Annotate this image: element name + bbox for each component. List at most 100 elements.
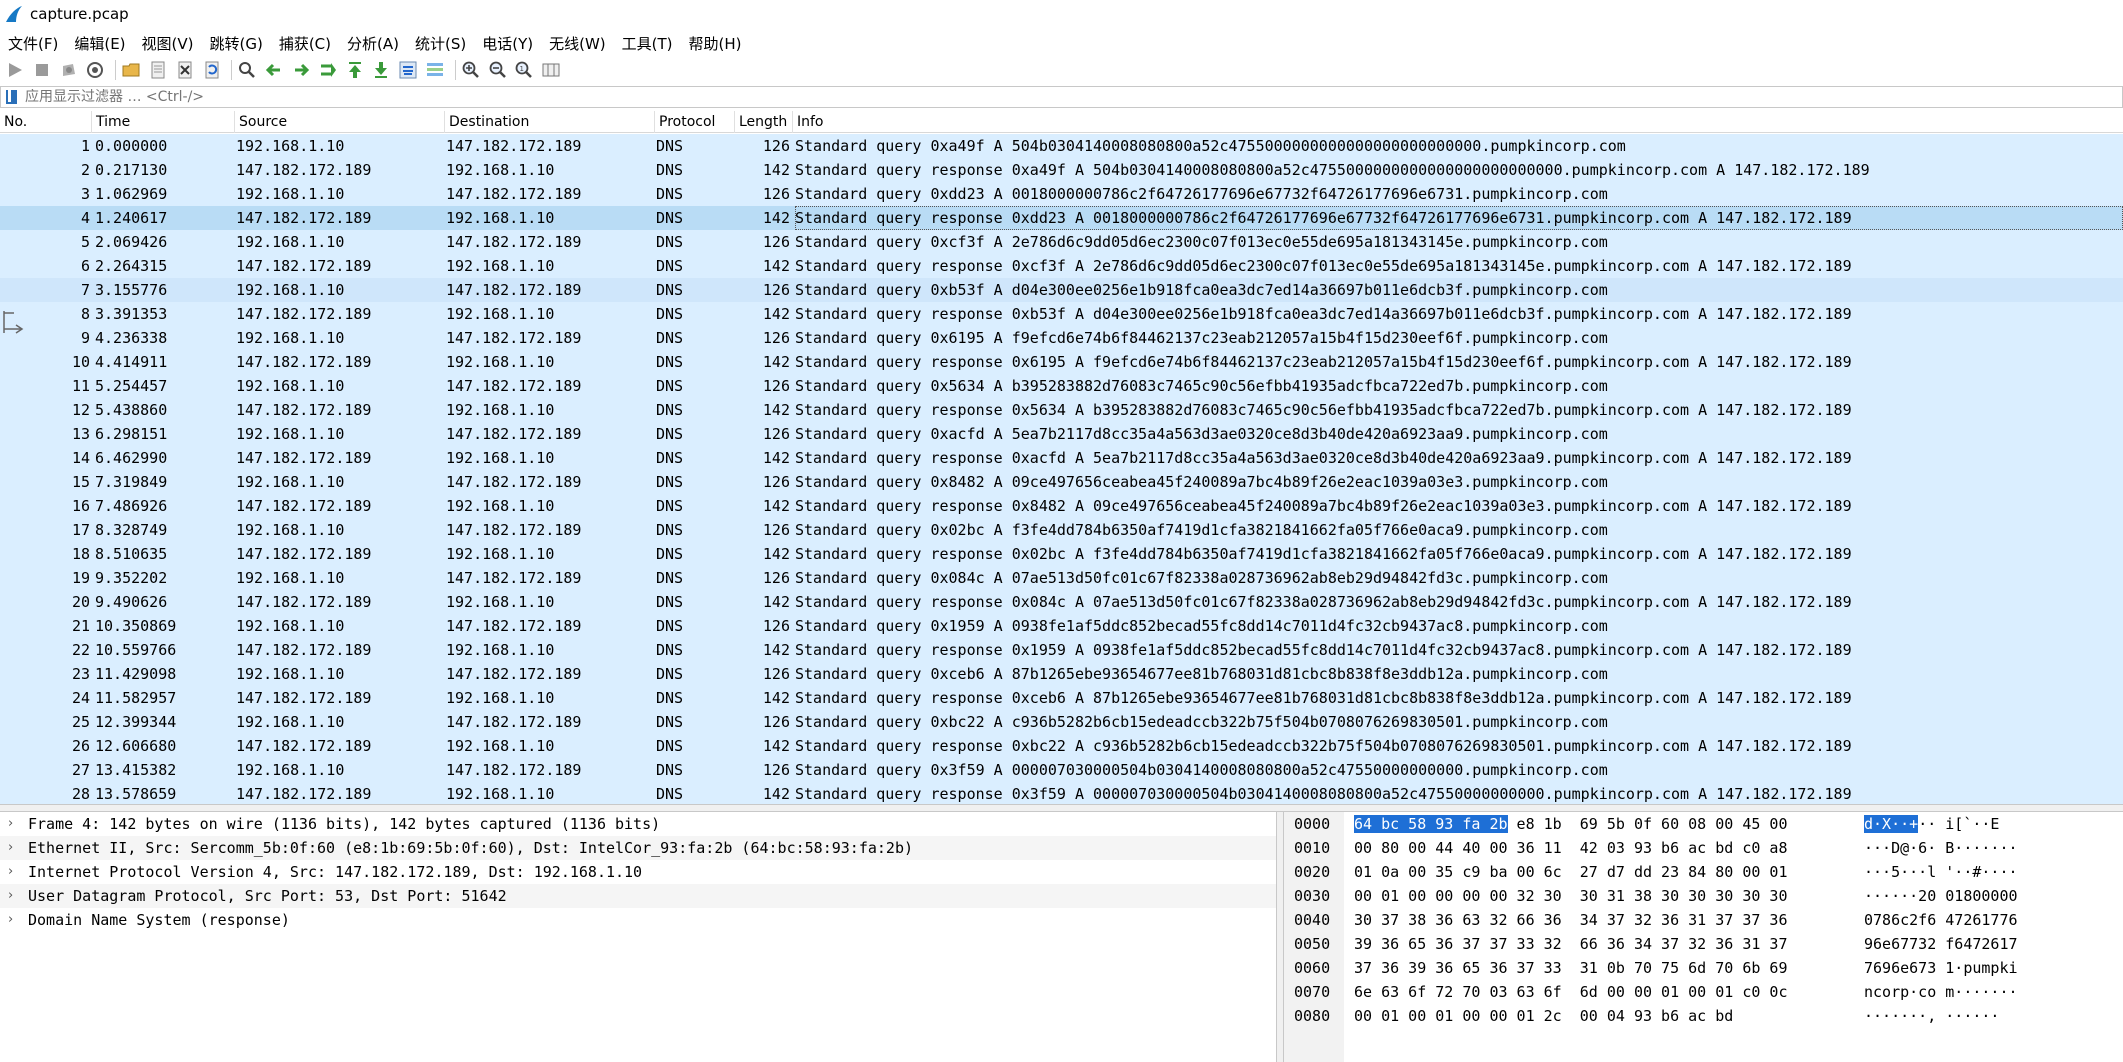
menu-item[interactable]: 统计(S) [407, 33, 474, 54]
packet-row[interactable]: 24 11.582957 147.182.172.189 192.168.1.10 DN… [0, 686, 2123, 710]
packet-row[interactable]: 2 0.217130 147.182.172.189 192.168.1.10 DNS 1… [0, 158, 2123, 182]
start-capture-icon[interactable] [4, 59, 26, 81]
details-tree-item[interactable]: › Ethernet II, Src: Sercomm_5b:0f:60 (e8:… [0, 836, 1276, 860]
packet-row[interactable]: 12 5.438860 147.182.172.189 192.168.1.10 DNS… [0, 398, 2123, 422]
expand-arrow-icon[interactable]: › [8, 884, 13, 908]
go-forward-icon[interactable] [290, 59, 312, 81]
packet-row[interactable]: 28 13.578659 147.182.172.189 192.168.1.10 DN… [0, 782, 2123, 804]
bytes-hex[interactable]: 00 80 00 44 40 00 36 11 42 03 93 b6 ac b… [1354, 836, 1787, 860]
details-tree-item[interactable]: › User Datagram Protocol, Src Port: 53, D… [0, 884, 1276, 908]
column-header-source[interactable]: Source [235, 111, 445, 133]
menu-item[interactable]: 视图(V) [134, 33, 202, 54]
bytes-hex[interactable]: 30 37 38 36 63 32 66 36 34 37 32 36 31 3… [1354, 908, 1787, 932]
zoom-reset-icon[interactable]: 1 [513, 59, 535, 81]
capture-options-icon[interactable] [84, 59, 106, 81]
stop-capture-icon[interactable] [31, 59, 53, 81]
packet-list-header: No. Time Source Destination Protocol Len… [0, 111, 2123, 133]
bytes-ascii[interactable]: ···D@·6· B······· [1864, 836, 2018, 860]
packet-row[interactable]: 25 12.399344 192.168.1.10 147.182.172.189 DN… [0, 710, 2123, 734]
menu-item[interactable]: 无线(W) [541, 33, 614, 54]
column-header-time[interactable]: Time [92, 111, 235, 133]
packet-row[interactable]: 5 2.069426 192.168.1.10 147.182.172.189 DNS 1… [0, 230, 2123, 254]
column-header-no[interactable]: No. [0, 111, 92, 133]
packet-row[interactable]: 16 7.486926 147.182.172.189 192.168.1.10 DNS… [0, 494, 2123, 518]
autoscroll-icon[interactable] [397, 59, 419, 81]
packet-row[interactable]: 17 8.328749 192.168.1.10 147.182.172.189 DNS… [0, 518, 2123, 542]
bytes-hex[interactable]: 00 01 00 00 00 00 32 30 30 31 38 30 30 3… [1354, 884, 1787, 908]
bytes-hex[interactable]: 00 01 00 01 00 00 01 2c 00 04 93 b6 ac b… [1354, 1004, 1733, 1028]
close-file-icon[interactable] [174, 59, 196, 81]
bytes-hex[interactable]: 39 36 65 36 37 37 33 32 66 36 34 37 32 3… [1354, 932, 1787, 956]
expand-arrow-icon[interactable]: › [8, 860, 13, 884]
colorize-icon[interactable] [424, 59, 446, 81]
details-tree-item[interactable]: › Internet Protocol Version 4, Src: 147.1… [0, 860, 1276, 884]
packet-row[interactable]: 26 12.606680 147.182.172.189 192.168.1.10 DN… [0, 734, 2123, 758]
column-header-info[interactable]: Info [793, 111, 2123, 133]
packet-row[interactable]: 8 3.391353 147.182.172.189 192.168.1.10 DNS 1… [0, 302, 2123, 326]
bytes-ascii[interactable]: 7696e673 1·pumpki [1864, 956, 2018, 980]
menu-item[interactable]: 编辑(E) [66, 33, 133, 54]
menu-item[interactable]: 跳转(G) [202, 33, 271, 54]
bytes-ascii[interactable]: 96e67732 f6472617 [1864, 932, 2018, 956]
bytes-ascii[interactable]: ···5···l '··#···· [1864, 860, 2018, 884]
packet-row[interactable]: 11 5.254457 192.168.1.10 147.182.172.189 DNS… [0, 374, 2123, 398]
go-to-packet-icon[interactable] [317, 59, 339, 81]
column-header-length[interactable]: Length [735, 111, 793, 133]
horizontal-splitter[interactable] [0, 804, 2123, 812]
expand-arrow-icon[interactable]: › [8, 908, 13, 932]
open-file-icon[interactable] [120, 59, 142, 81]
bytes-hex[interactable]: 37 36 39 36 65 36 37 33 31 0b 70 75 6d 7… [1354, 956, 1787, 980]
save-file-icon[interactable] [147, 59, 169, 81]
resize-columns-icon[interactable] [540, 59, 562, 81]
bytes-hex[interactable]: 6e 63 6f 72 70 03 63 6f 6d 00 00 01 00 0… [1354, 980, 1787, 1004]
packet-row[interactable]: 6 2.264315 147.182.172.189 192.168.1.10 DNS 1… [0, 254, 2123, 278]
packet-row[interactable]: 9 4.236338 192.168.1.10 147.182.172.189 DNS 1… [0, 326, 2123, 350]
bytes-ascii[interactable]: ·······, ······ [1864, 1004, 1999, 1028]
go-back-icon[interactable] [263, 59, 285, 81]
menu-item[interactable]: 工具(T) [614, 33, 681, 54]
packet-row[interactable]: 7 3.155776 192.168.1.10 147.182.172.189 DNS 1… [0, 278, 2123, 302]
vertical-splitter[interactable] [1276, 812, 1284, 1062]
expand-arrow-icon[interactable]: › [8, 836, 13, 860]
restart-capture-icon[interactable] [58, 59, 80, 81]
bookmark-icon[interactable] [5, 89, 19, 105]
packet-row[interactable]: 22 10.559766 147.182.172.189 192.168.1.10 DN… [0, 638, 2123, 662]
zoom-out-icon[interactable] [487, 59, 509, 81]
column-header-protocol[interactable]: Protocol [655, 111, 735, 133]
bytes-hex[interactable]: 01 0a 00 35 c9 ba 00 6c 27 d7 dd 23 84 8… [1354, 860, 1787, 884]
column-header-destination[interactable]: Destination [445, 111, 655, 133]
packet-row[interactable]: 13 6.298151 192.168.1.10 147.182.172.189 DNS… [0, 422, 2123, 446]
packet-row[interactable]: 18 8.510635 147.182.172.189 192.168.1.10 DNS… [0, 542, 2123, 566]
packet-row[interactable]: 1 0.000000 192.168.1.10 147.182.172.189 DNS 1… [0, 134, 2123, 158]
menu-item[interactable]: 捕获(C) [271, 33, 339, 54]
find-packet-icon[interactable] [236, 59, 258, 81]
reload-file-icon[interactable] [201, 59, 223, 81]
packet-row[interactable]: 20 9.490626 147.182.172.189 192.168.1.10 DNS… [0, 590, 2123, 614]
packet-row[interactable]: 10 4.414911 147.182.172.189 192.168.1.10 DNS… [0, 350, 2123, 374]
menu-item[interactable]: 电话(Y) [474, 33, 541, 54]
bytes-ascii[interactable]: 0786c2f6 47261776 [1864, 908, 2018, 932]
details-tree-item[interactable]: › Domain Name System (response) [0, 908, 1276, 932]
display-filter-input[interactable] [25, 89, 1925, 105]
packet-row[interactable]: 15 7.319849 192.168.1.10 147.182.172.189 DNS… [0, 470, 2123, 494]
expand-arrow-icon[interactable]: › [8, 812, 13, 836]
go-first-icon[interactable] [344, 59, 366, 81]
packet-row[interactable]: 27 13.415382 192.168.1.10 147.182.172.189 DN… [0, 758, 2123, 782]
packet-row[interactable]: 4 1.240617 147.182.172.189 192.168.1.10 DNS 1… [0, 206, 2123, 230]
details-tree-item[interactable]: › Frame 4: 142 bytes on wire (1136 bits),… [0, 812, 1276, 836]
packet-row[interactable]: 21 10.350869 192.168.1.10 147.182.172.189 DN… [0, 614, 2123, 638]
packet-row[interactable]: 3 1.062969 192.168.1.10 147.182.172.189 DNS 1… [0, 182, 2123, 206]
menu-item[interactable]: 分析(A) [339, 33, 407, 54]
packet-row[interactable]: 14 6.462990 147.182.172.189 192.168.1.10 DNS… [0, 446, 2123, 470]
menu-item[interactable]: 文件(F) [0, 33, 66, 54]
bytes-ascii[interactable]: d·X··+·· i[`··E [1864, 812, 1999, 836]
packet-row[interactable]: 19 9.352202 192.168.1.10 147.182.172.189 DNS… [0, 566, 2123, 590]
packet-row[interactable]: 23 11.429098 192.168.1.10 147.182.172.189 DN… [0, 662, 2123, 686]
bytes-hex[interactable]: 64 bc 58 93 fa 2b e8 1b 69 5b 0f 60 08 0… [1354, 812, 1788, 836]
packet-cell-no: 3 [80, 185, 90, 203]
menu-item[interactable]: 帮助(H) [681, 33, 750, 54]
go-last-icon[interactable] [370, 59, 392, 81]
bytes-ascii[interactable]: ncorp·co m······· [1864, 980, 2018, 1004]
zoom-in-icon[interactable] [460, 59, 482, 81]
bytes-ascii[interactable]: ······20 01800000 [1864, 884, 2018, 908]
